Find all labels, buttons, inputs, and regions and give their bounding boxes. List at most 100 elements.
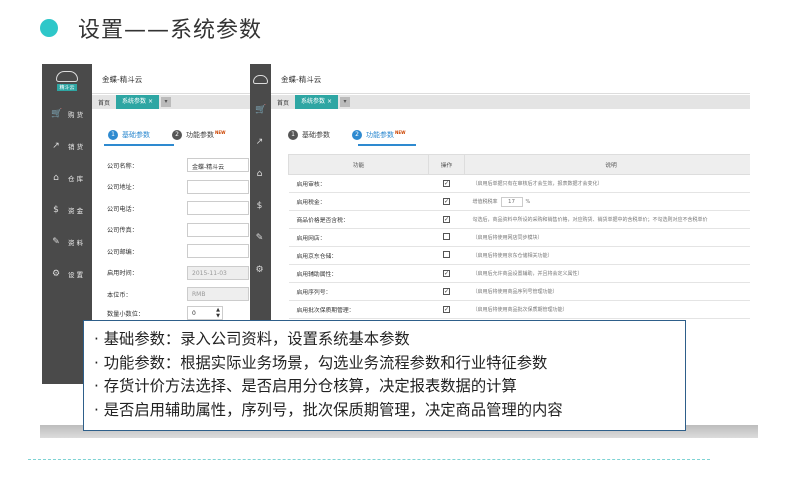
function-description: （启用后允许商品设置辅助，并且将会定义属性） <box>464 264 750 283</box>
enable-checkbox[interactable]: ✓ <box>443 198 450 205</box>
tab-home[interactable]: 首页 <box>92 98 116 107</box>
sidebar-item-label: 资 金 <box>68 207 84 215</box>
chevron-down-icon[interactable]: ▾ <box>160 97 171 107</box>
sidebar-item-label: 销 货 <box>68 143 84 151</box>
function-name: 启用序列号： <box>288 282 429 301</box>
text-input[interactable] <box>187 179 249 194</box>
field-label: 公司传真： <box>107 227 138 234</box>
cloud-logo-icon <box>253 74 268 84</box>
active-step-underline <box>358 144 416 146</box>
step-function-params[interactable]: 2 功能参数 NEW <box>172 130 226 140</box>
cart-icon: 🛒 <box>51 109 63 119</box>
chevron-down-icon[interactable]: ▾ <box>339 97 350 107</box>
enable-checkbox[interactable]: ✓ <box>443 306 450 313</box>
warehouse-icon: ⌂ <box>256 169 263 179</box>
new-badge: NEW <box>215 129 226 135</box>
form-row: 本位币： RMB <box>107 287 249 301</box>
text-input[interactable] <box>187 222 249 237</box>
table-row: 启用辅助属性： ✓ （启用后允许商品设置辅助，并且将会定义属性） <box>288 264 750 283</box>
column-header-function: 功能 <box>288 154 429 175</box>
app-logo <box>250 64 271 94</box>
enable-checkbox[interactable]: ✓ <box>443 216 450 223</box>
tab-bar: 首页 系统参数 × ▾ <box>92 95 270 109</box>
sidebar-item[interactable]: 🛒 购 货 <box>42 98 92 130</box>
pencil-icon: ✎ <box>255 233 264 243</box>
table-row: 商品价格是否含税： ✓ 勾选后，商品资料中所设的采购和销售价格，对应购货、销货单据中… <box>288 210 750 229</box>
tab-home[interactable]: 首页 <box>271 98 295 107</box>
sidebar-item[interactable]: ↗ <box>250 126 271 158</box>
sidebar-item[interactable]: ⚙ <box>250 254 271 286</box>
function-description: （启用后将使用商品序列号管理功能） <box>464 282 750 301</box>
enable-checkbox[interactable] <box>443 251 450 258</box>
text-input[interactable] <box>187 244 249 258</box>
field-label: 启用时间： <box>107 270 138 277</box>
sale-icon: ↗ <box>255 137 264 147</box>
tax-rate-input[interactable]: 17 <box>500 196 523 207</box>
app-title: 金蝶-精斗云 <box>92 64 270 94</box>
callout-box: · 基础参数：录入公司资料，设置系统基本参数 · 功能参数：根据实际业务场景，勾… <box>83 320 686 431</box>
table-row: 启用批次保质期管理： ✓ （启用后将使用商品批次保质期管理功能） <box>288 300 750 319</box>
form-row: 公司电话： <box>107 201 249 215</box>
step-function-params[interactable]: 2 功能参数 NEW <box>352 130 406 140</box>
function-name: 启用税金： <box>288 192 429 211</box>
field-label: 公司地址： <box>107 184 138 191</box>
sidebar-item-label: 资 料 <box>68 239 84 247</box>
form-row: 公司传真： <box>107 222 249 237</box>
form-row: 公司邮编： <box>107 244 249 258</box>
text-input: 2015-11-03 <box>187 265 249 280</box>
step-basic-params[interactable]: 1 基础参数 <box>108 130 150 140</box>
enable-checkbox[interactable] <box>443 233 450 240</box>
step-basic-params[interactable]: 1 基础参数 <box>288 130 330 140</box>
function-name: 商品价格是否含税： <box>288 210 429 229</box>
table-row: 启用审核： ✓ （启用后单据只有在审核后才会生效，报表数据才会变化） <box>288 174 750 193</box>
function-description: （启用后将使用商品批次保质期管理功能） <box>464 300 750 319</box>
app-logo: 精斗云 <box>42 64 92 98</box>
sidebar-item-label: 设 置 <box>68 271 84 279</box>
tab-system-params[interactable]: 系统参数 × <box>116 95 159 109</box>
tab-bar: 首页 系统参数 × ▾ <box>271 95 750 109</box>
slide: 设置——系统参数 精斗云 🛒 购 货 ↗ 销 货 ⌂ 仓 库 $ 资 金 ✎ 资 料 ⚙ 设 置 金蝶… <box>0 0 790 478</box>
qty-decimals-stepper[interactable]: 0 ▲ ▼ <box>187 306 223 320</box>
sidebar-item[interactable]: $ 资 金 <box>42 194 92 226</box>
text-input[interactable] <box>187 201 249 215</box>
form-row: 公司名称： 金蝶-精斗云 <box>107 158 249 172</box>
column-header-operation: 操作 <box>428 154 465 175</box>
close-icon[interactable]: × <box>327 98 332 105</box>
sidebar-item[interactable]: ↗ 销 货 <box>42 130 92 162</box>
text-input[interactable]: 金蝶-精斗云 <box>187 158 249 172</box>
table-row: 启用京东仓储： （启用后将使用京东仓储相关功能） <box>288 246 750 265</box>
enable-checkbox[interactable]: ✓ <box>443 180 450 187</box>
sidebar-item[interactable]: 🛒 <box>250 94 271 126</box>
field-label: 公司电话： <box>107 205 138 213</box>
slide-title: 设置——系统参数 <box>78 18 263 43</box>
tab-system-params[interactable]: 系统参数 × <box>295 95 338 109</box>
form-row: 公司地址： <box>107 179 249 194</box>
logo-tag: 精斗云 <box>57 84 77 91</box>
sidebar-item[interactable]: ✎ <box>250 222 271 254</box>
enable-checkbox[interactable]: ✓ <box>443 288 450 295</box>
app-title: 金蝶-精斗云 <box>271 64 750 94</box>
function-name: 启用网店： <box>288 228 429 247</box>
function-params-screenshot: 🛒 ↗ ⌂ $ ✎ ⚙ 金蝶-精斗云 首页 系统参数 × ▾ 1 基础参数 2 功能参数 … <box>250 64 750 364</box>
sidebar-item[interactable]: ⌂ <box>250 158 271 190</box>
close-icon[interactable]: × <box>148 98 153 105</box>
step-tabs: 1 基础参数 2 功能参数 NEW <box>288 130 428 140</box>
title-dot-icon <box>40 19 58 37</box>
enable-checkbox[interactable]: ✓ <box>443 270 450 277</box>
field-label: 公司邮编： <box>107 248 138 256</box>
form-row: 启用时间： 2015-11-03 <box>107 265 249 280</box>
table-row: 启用网店： （启用后将使用网店同步模块） <box>288 228 750 247</box>
sale-icon: ↗ <box>52 141 60 151</box>
active-step-underline <box>104 144 174 146</box>
stepper-arrows-icon[interactable]: ▲ ▼ <box>216 307 220 319</box>
field-label: 公司名称： <box>107 162 138 170</box>
column-header-description: 说明 <box>464 154 750 175</box>
function-description: （启用后将使用京东仓储相关功能） <box>464 246 750 265</box>
field-label: 本位币： <box>107 291 132 299</box>
function-description: （启用后单据只有在审核后才会生效，报表数据才会变化） <box>464 174 750 193</box>
sidebar-item[interactable]: ✎ 资 料 <box>42 226 92 258</box>
sidebar-item-label: 购 货 <box>68 111 84 119</box>
sidebar-item[interactable]: $ <box>250 190 271 222</box>
sidebar-item[interactable]: ⚙ 设 置 <box>42 258 92 290</box>
sidebar-item[interactable]: ⌂ 仓 库 <box>42 162 92 194</box>
